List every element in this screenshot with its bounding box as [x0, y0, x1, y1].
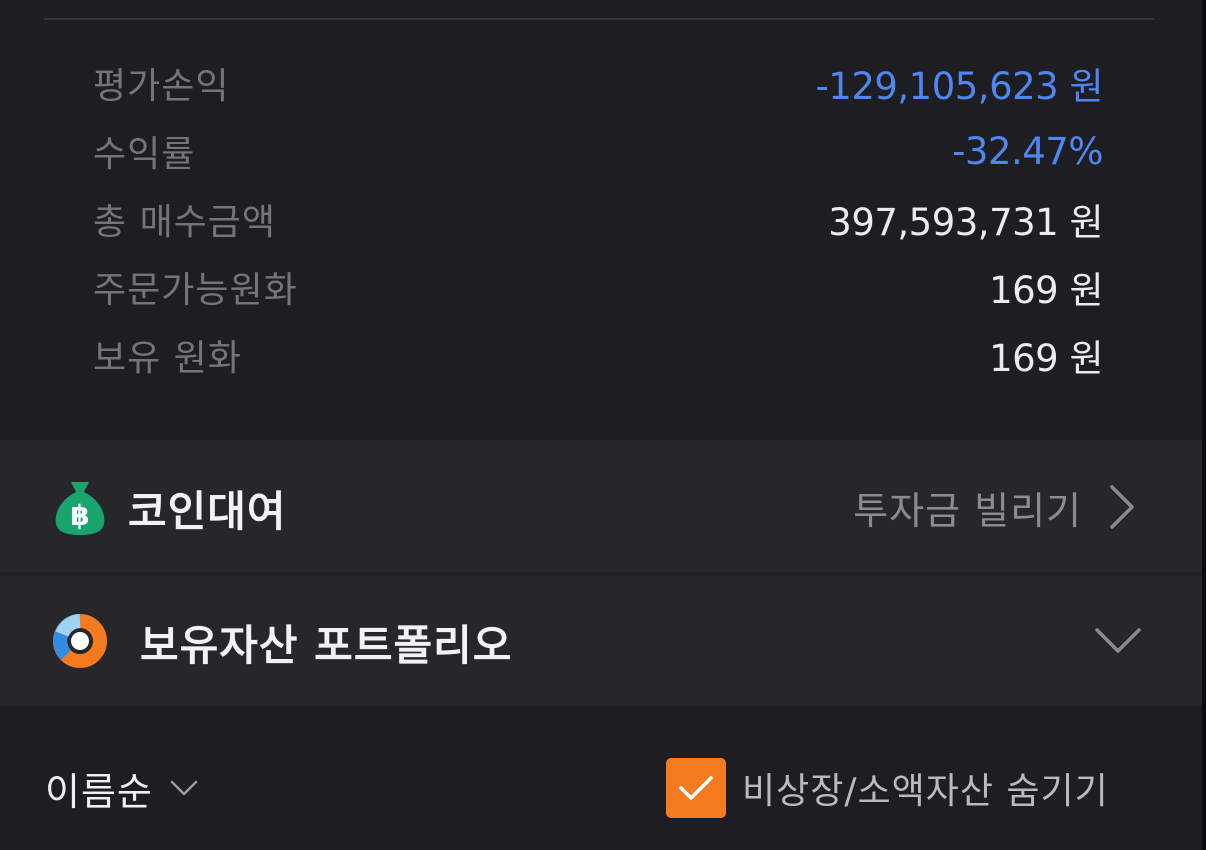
- borrow-funds-link[interactable]: 투자금 빌리기: [853, 478, 1136, 536]
- chevron-down-icon: [170, 780, 198, 796]
- summary-label: 수익률: [93, 134, 196, 175]
- money-bag-bitcoin-icon: ฿: [52, 478, 108, 536]
- portfolio-title: 보유자산 포트폴리오: [140, 621, 513, 670]
- summary-label: 주문가능원화: [93, 270, 298, 311]
- summary-row-held-krw: 보유 원화 169 원: [93, 325, 1103, 385]
- hide-small-assets-label: 비상장/소액자산 숨기기: [742, 771, 1109, 812]
- summary-value: -32.47%: [952, 129, 1103, 173]
- chevron-down-icon[interactable]: [1093, 624, 1143, 656]
- summary-value: 169 원: [989, 269, 1103, 312]
- svg-text:฿: ฿: [70, 499, 89, 532]
- summary-value: 169 원: [989, 337, 1103, 380]
- summary-label: 총 매수금액: [93, 202, 277, 243]
- summary-row-return-rate: 수익률 -32.47%: [93, 121, 1103, 181]
- asset-screen: 평가손익 -129,105,623 원 수익률 -32.47% 총 매수금액 3…: [0, 0, 1202, 850]
- asset-summary: 평가손익 -129,105,623 원 수익률 -32.47% 총 매수금액 3…: [0, 0, 1202, 440]
- hide-small-assets-checkbox[interactable]: [666, 758, 726, 818]
- sort-dropdown[interactable]: 이름순: [45, 760, 199, 816]
- summary-label: 보유 원화: [93, 338, 242, 379]
- borrow-funds-label: 투자금 빌리기: [853, 488, 1082, 533]
- summary-row-total-purchase: 총 매수금액 397,593,731 원: [93, 189, 1103, 249]
- summary-label: 평가손익: [93, 66, 230, 107]
- summary-value: 397,593,731 원: [828, 201, 1103, 244]
- check-icon: [679, 776, 713, 800]
- donut-chart-icon: [53, 614, 107, 668]
- summary-row-orderable-krw: 주문가능원화 169 원: [93, 257, 1103, 317]
- sort-label: 이름순: [45, 769, 153, 814]
- coin-lending-title: 코인대여: [128, 487, 287, 536]
- hide-small-assets-toggle[interactable]: 비상장/소액자산 숨기기: [666, 758, 1109, 818]
- summary-value: -129,105,623 원: [815, 65, 1103, 108]
- summary-row-profit-loss: 평가손익 -129,105,623 원: [93, 53, 1103, 113]
- chevron-right-icon: [1110, 485, 1134, 529]
